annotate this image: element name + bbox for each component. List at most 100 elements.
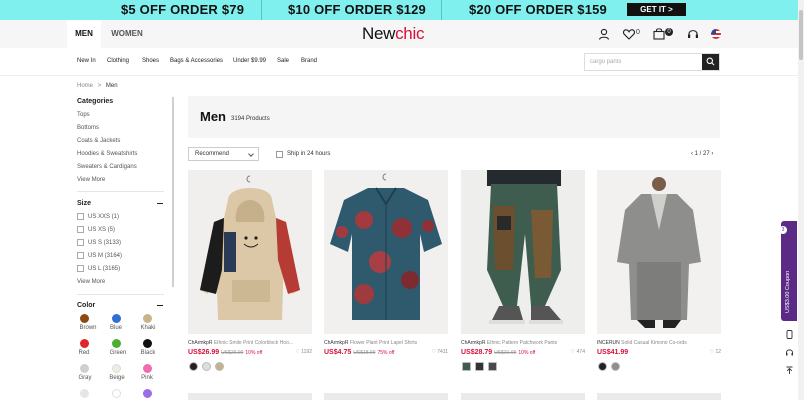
product-title[interactable]: ChArmkpR Flower Plant Print Lapel Shirts	[324, 340, 440, 346]
variant-thumbnail[interactable]	[611, 362, 620, 371]
product-image[interactable]	[461, 170, 585, 334]
category-link-tops[interactable]: Tops	[77, 112, 90, 118]
product-discount: 10% off	[245, 350, 263, 356]
color-swatch-brown[interactable]	[80, 314, 89, 323]
tab-men[interactable]: MEN	[67, 20, 101, 48]
headset-icon[interactable]	[686, 27, 700, 41]
variant-thumbnail[interactable]	[488, 362, 497, 371]
product-price: US$41.99	[597, 349, 629, 356]
product-image[interactable]	[324, 170, 448, 334]
color-swatch-black[interactable]	[143, 339, 152, 348]
variant-thumbnail[interactable]	[215, 362, 224, 371]
product-card[interactable]	[188, 393, 312, 400]
nav-item-brand[interactable]: Brand	[301, 58, 317, 64]
ship-24h-checkbox[interactable]	[276, 151, 283, 158]
size-option-label: US XS (5)	[88, 227, 116, 233]
category-link-sweaters[interactable]: Sweaters & Cardigans	[77, 164, 137, 170]
color-swatch[interactable]	[143, 389, 152, 398]
product-card[interactable]	[461, 393, 585, 400]
site-header: MEN WOMEN Newchic 0 0	[0, 20, 804, 48]
product-title[interactable]: ChArmkpR Ethnic Pattern Patchwork Pants	[461, 340, 577, 346]
size-checkbox[interactable]	[77, 252, 84, 259]
product-price-row: US$4.75 US$18.99 75% off	[324, 349, 394, 356]
color-swatch-beige[interactable]	[112, 364, 121, 373]
breadcrumb-home[interactable]: Home	[77, 83, 93, 89]
color-label: Blue	[109, 325, 122, 331]
tab-women[interactable]: WOMEN	[106, 20, 148, 48]
variant-thumbnail[interactable]	[462, 362, 471, 371]
color-label: Pink	[141, 375, 153, 381]
nav-item-new-in[interactable]: New In	[77, 58, 96, 64]
nav-item-sale[interactable]: Sale	[277, 58, 289, 64]
color-swatch-pink[interactable]	[143, 364, 152, 373]
color-label: Black	[140, 350, 156, 356]
user-icon[interactable]	[597, 27, 611, 41]
nav-item-clothing[interactable]: Clothing	[107, 58, 129, 64]
product-price: US$28.79	[461, 349, 493, 356]
promo-banner[interactable]: $5 OFF ORDER $79 $10 OFF ORDER $129 $20 …	[0, 0, 804, 20]
color-heading: Color	[77, 302, 96, 309]
heart-icon[interactable]	[622, 27, 636, 41]
variant-thumbnail[interactable]	[598, 362, 607, 371]
product-likes[interactable]: ♡ 1192	[295, 349, 312, 355]
categories-view-more[interactable]: View More	[77, 177, 105, 183]
nav-item-bags-accessories[interactable]: Bags & Accessories	[170, 58, 223, 64]
size-checkbox[interactable]	[77, 213, 84, 220]
size-view-more[interactable]: View More	[77, 279, 105, 285]
us-flag-icon[interactable]	[711, 29, 721, 39]
product-title[interactable]: INCERUN Solid Casual Kimono Co-ords	[597, 340, 713, 346]
size-checkbox[interactable]	[77, 265, 84, 272]
cart-icon[interactable]	[652, 27, 666, 41]
product-card[interactable]	[324, 393, 448, 400]
color-swatch-red[interactable]	[80, 339, 89, 348]
breadcrumb-current: Men	[105, 83, 118, 89]
sidebar-scrollbar[interactable]	[172, 97, 174, 287]
product-price: US$4.75	[324, 349, 352, 356]
promo-divider	[261, 0, 262, 20]
color-swatch-blue[interactable]	[112, 314, 121, 323]
nav-item-under-999[interactable]: Under $9.99	[233, 58, 266, 64]
likes-count: 1192	[301, 349, 312, 355]
size-checkbox[interactable]	[77, 226, 84, 233]
category-link-hoodies[interactable]: Hoodies & Sweatshirts	[77, 151, 137, 157]
color-swatch[interactable]	[112, 389, 121, 398]
variant-thumbnail[interactable]	[475, 362, 484, 371]
get-it-button[interactable]: GET IT >	[627, 3, 686, 16]
product-card[interactable]	[597, 393, 721, 400]
color-label: Green	[109, 350, 127, 356]
color-swatch-khaki[interactable]	[143, 314, 152, 323]
color-swatch-gray[interactable]	[80, 364, 89, 373]
product-likes[interactable]: ♡ 474	[571, 349, 585, 355]
collapse-color-icon[interactable]	[157, 305, 163, 307]
site-logo[interactable]: Newchic	[362, 24, 424, 44]
size-option-label: US S (3133)	[88, 240, 122, 246]
search-input[interactable]	[585, 54, 703, 70]
category-link-bottoms[interactable]: Bottoms	[77, 125, 99, 131]
mobile-icon[interactable]	[785, 326, 794, 339]
page-scrollbar[interactable]	[798, 0, 804, 400]
search-icon	[706, 57, 715, 66]
category-link-coats-jackets[interactable]: Coats & Jackets	[77, 138, 120, 144]
variant-thumbnail[interactable]	[189, 362, 198, 371]
product-image[interactable]	[188, 170, 312, 334]
collapse-size-icon[interactable]	[157, 203, 163, 205]
product-image[interactable]	[597, 170, 721, 334]
color-swatch[interactable]	[80, 389, 89, 398]
likes-count: 12	[715, 349, 721, 355]
product-brand: ChArmkpR	[188, 340, 213, 346]
sort-select[interactable]: Recommend	[188, 147, 259, 161]
next-page-icon[interactable]: ›	[710, 151, 713, 157]
size-checkbox[interactable]	[77, 239, 84, 246]
variant-thumbnail[interactable]	[202, 362, 211, 371]
color-swatch-green[interactable]	[112, 339, 121, 348]
headset-icon[interactable]	[785, 344, 794, 356]
nav-item-shoes[interactable]: Shoes	[142, 58, 159, 64]
product-title[interactable]: ChArmkpR Ethnic Smile Print Colorblock H…	[188, 340, 304, 346]
coupon-sidebar-tab[interactable]: 3 US$3.00 Coupon	[779, 221, 797, 321]
product-likes[interactable]: ♡ 12	[710, 349, 721, 355]
likes-count: 7411	[437, 349, 448, 355]
product-likes[interactable]: ♡ 7411	[431, 349, 448, 355]
product-original-price: US$29.99	[221, 350, 244, 356]
search-button[interactable]	[702, 54, 719, 70]
back-to-top-icon[interactable]	[785, 362, 794, 374]
